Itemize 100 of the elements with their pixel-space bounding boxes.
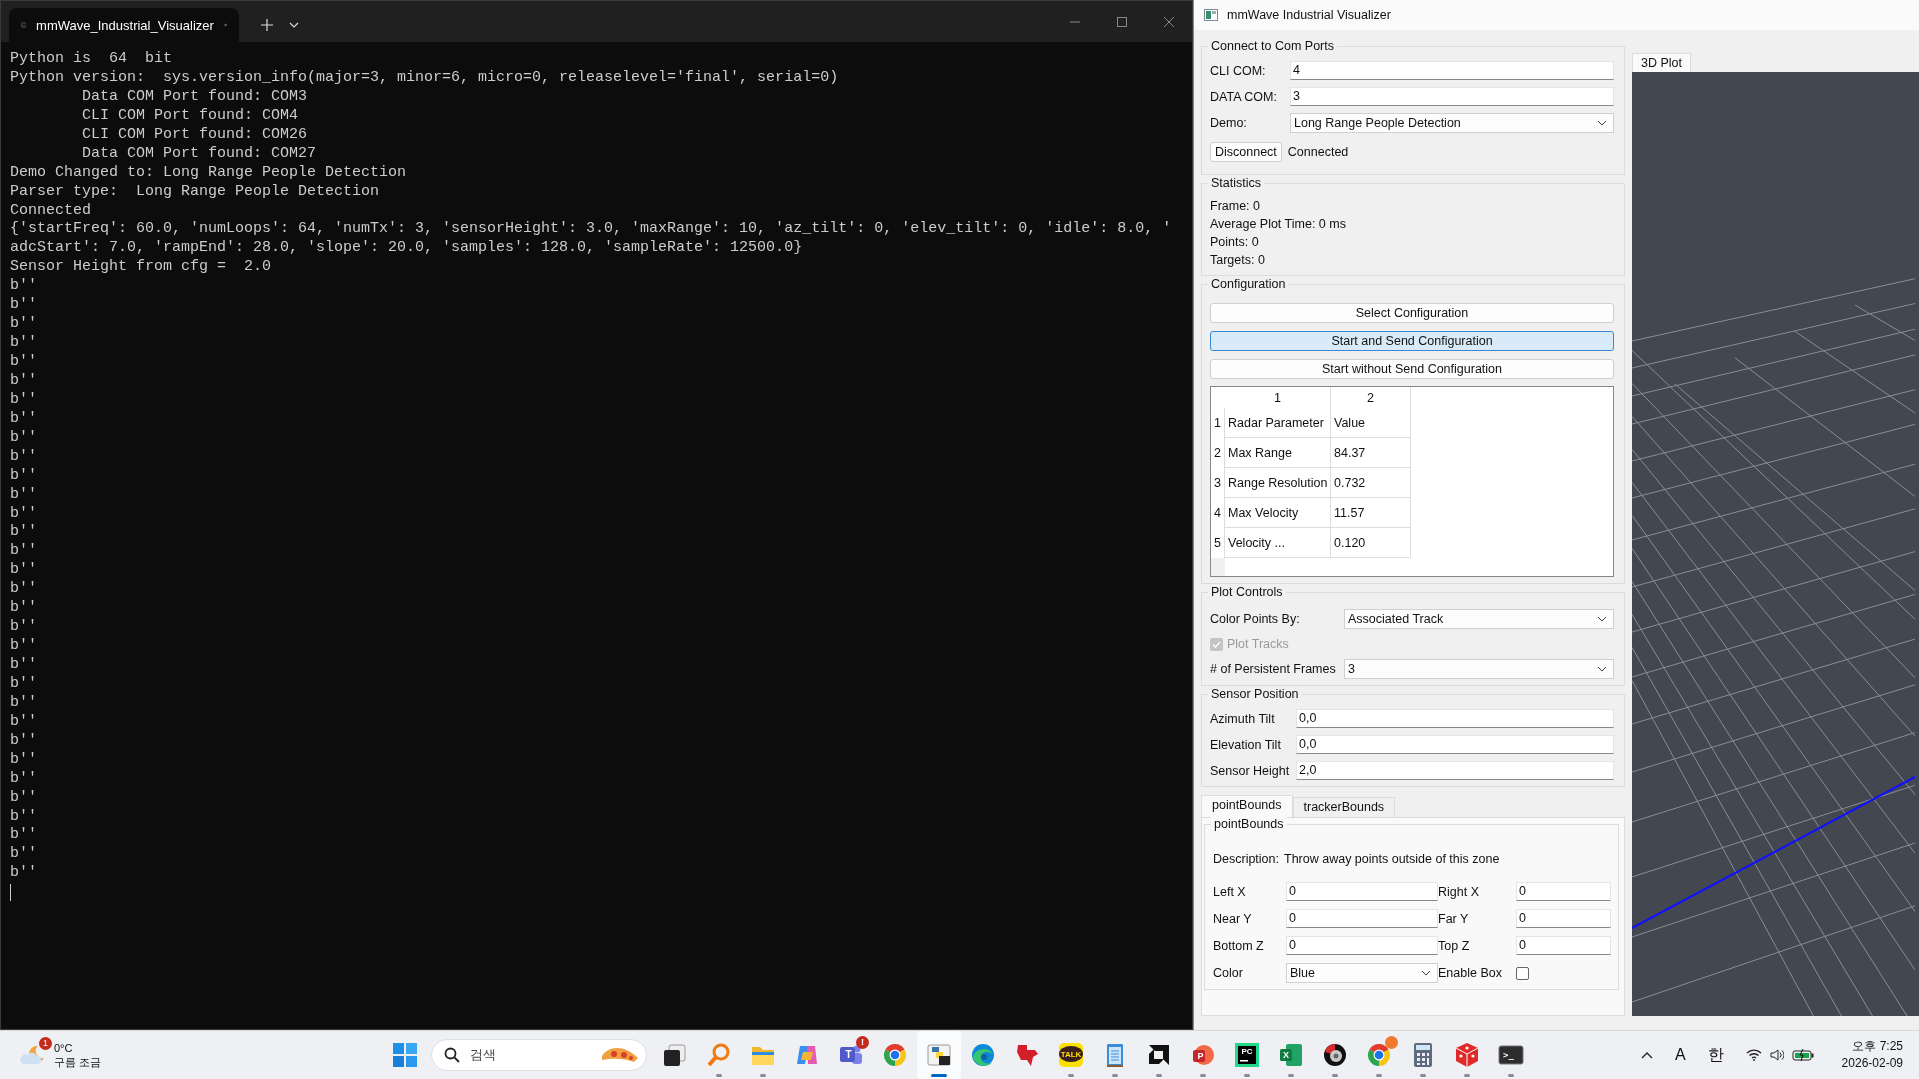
chevron-up-icon[interactable]	[1640, 1051, 1653, 1059]
console-line: Python version: sys.version_info(major=3, minor=6, micro=0, releaselevel='final', serial=0)	[10, 68, 840, 88]
dropdown[interactable]: Blue	[1286, 963, 1438, 983]
row-header[interactable]: 2	[1211, 438, 1225, 468]
console-line: b''	[10, 277, 38, 297]
console-line: b''	[10, 447, 38, 467]
maximize-icon[interactable]	[1117, 16, 1127, 27]
taskbar-button[interactable]: TALK	[1049, 1030, 1093, 1079]
field-label: Bottom Z	[1213, 937, 1265, 955]
field-label: Right X	[1438, 883, 1480, 901]
console-line: b''	[10, 599, 38, 619]
table-cell: Range Resolution	[1225, 468, 1331, 498]
table-cell: Max Velocity	[1225, 498, 1331, 528]
description-label: Description:	[1213, 851, 1279, 868]
checkbox[interactable]	[1516, 966, 1529, 980]
chrome-icon[interactable]	[882, 1042, 908, 1068]
checkbox-label: Plot Tracks	[1227, 636, 1289, 653]
console-line: Python is 64 bit	[10, 50, 174, 69]
taskbar-button[interactable]: P	[1181, 1030, 1225, 1079]
input-field[interactable]: 2,0	[1296, 761, 1614, 780]
table-cell: Max Range	[1225, 438, 1331, 468]
taskbar-button[interactable]	[917, 1030, 961, 1079]
chat-bubble-icon[interactable]	[1058, 1042, 1084, 1068]
window-title: mmWave Industrial Visualizer	[1227, 8, 1391, 22]
battery-icon[interactable]	[1791, 1049, 1814, 1061]
configuration-button[interactable]: Start and Send Configuration	[1210, 331, 1614, 351]
field-label: Color Points By:	[1210, 611, 1301, 628]
taskbar-button[interactable]: >_	[1489, 1030, 1533, 1079]
statistic-text: Average Plot Time: 0 ms	[1210, 216, 1347, 233]
search-field[interactable]: 검색	[431, 1039, 647, 1071]
clock[interactable]: 오후 7:25 2026-02-09	[1835, 1038, 1909, 1072]
field-label: Far Y	[1438, 910, 1470, 928]
console-line: b''	[10, 371, 38, 391]
map-shape-icon[interactable]	[1014, 1042, 1040, 1068]
row-header[interactable]: 4	[1211, 498, 1225, 528]
terminal-tab[interactable]: mmWave_Industrial_Visualizer	[9, 8, 239, 42]
input-field[interactable]: 0	[1516, 909, 1611, 928]
dropdown[interactable]: 3	[1344, 659, 1614, 679]
close-icon[interactable]	[1164, 16, 1174, 27]
field-label: Color	[1213, 965, 1244, 982]
document-app-icon[interactable]	[1190, 1042, 1216, 1068]
table-cell: 11.57	[1331, 498, 1411, 528]
dice-icon[interactable]	[1454, 1042, 1480, 1068]
console-line: b''	[10, 466, 38, 486]
chevron-down-icon[interactable]	[289, 22, 299, 28]
input-field[interactable]: 0	[1286, 909, 1438, 928]
taskbar-button[interactable]: PC	[1225, 1030, 1269, 1079]
console-line: b''	[10, 428, 38, 448]
speaker-icon[interactable]	[1769, 1049, 1784, 1061]
console-line: b''	[10, 542, 38, 562]
tab[interactable]: trackerBounds	[1292, 797, 1396, 817]
input-field[interactable]: 3	[1290, 87, 1614, 106]
input-field[interactable]: 0,0	[1296, 735, 1614, 754]
spreadsheet-icon[interactable]	[1278, 1042, 1304, 1068]
tab[interactable]: 3D Plot	[1632, 53, 1691, 72]
wifi-icon[interactable]	[1745, 1049, 1762, 1061]
field-label: Left X	[1213, 883, 1247, 901]
console-line: b''	[10, 485, 38, 505]
ide-icon[interactable]	[1234, 1042, 1260, 1068]
plus-icon[interactable]	[261, 19, 273, 31]
group-title: Configuration	[1208, 277, 1289, 292]
row-header[interactable]: 1	[1211, 408, 1225, 438]
disconnect-button[interactable]: Disconnect	[1210, 142, 1282, 162]
console-line: b''	[10, 807, 38, 827]
console-line: b''	[10, 769, 38, 789]
chrome-icon[interactable]	[1366, 1042, 1392, 1068]
table-cell: Value	[1331, 408, 1411, 438]
table-cell: Velocity ...	[1225, 528, 1331, 558]
row-header[interactable]: 3	[1211, 468, 1225, 498]
disc-icon[interactable]	[1322, 1042, 1348, 1068]
console-line: Sensor Height from cfg = 2.0	[10, 258, 273, 278]
input-field[interactable]: 0	[1286, 882, 1438, 901]
python-terminal-icon[interactable]	[926, 1042, 952, 1068]
tab[interactable]: pointBounds	[1201, 795, 1293, 817]
statistic-text: Frame: 0	[1210, 198, 1261, 215]
configuration-button[interactable]: Select Configuration	[1210, 303, 1614, 323]
table-cell: 0.120	[1331, 528, 1411, 558]
input-field[interactable]: 0	[1516, 882, 1611, 901]
dropdown[interactable]: Associated Track	[1344, 609, 1614, 629]
input-field[interactable]: 0,0	[1296, 709, 1614, 728]
console-line: b''	[10, 864, 38, 884]
start-button-icon[interactable]	[393, 1043, 417, 1067]
temperature-text: 0°C	[54, 1041, 74, 1055]
input-field[interactable]: 0	[1286, 936, 1438, 955]
terminal-icon[interactable]	[1498, 1042, 1524, 1068]
input-mode-indicator[interactable]: A	[1674, 1046, 1686, 1064]
input-field[interactable]: 0	[1516, 936, 1611, 955]
input-language-indicator[interactable]: 한	[1707, 1044, 1724, 1066]
description-text: Throw away points outside of this zone	[1284, 851, 1500, 868]
input-field[interactable]: 4	[1290, 61, 1614, 80]
taskbar-button[interactable]: X	[1269, 1030, 1313, 1079]
console-line: b''	[10, 637, 38, 656]
console-line: b''	[10, 674, 38, 694]
edge-icon[interactable]	[970, 1042, 996, 1068]
configuration-button[interactable]: Start without Send Configuration	[1210, 359, 1614, 379]
taskbar-button[interactable]: T !	[829, 1030, 873, 1079]
window-stack-icon[interactable]	[662, 1042, 688, 1068]
field-label: CLI COM:	[1210, 62, 1267, 80]
dropdown[interactable]: Long Range People Detection	[1290, 113, 1614, 133]
row-header[interactable]: 5	[1211, 528, 1225, 558]
